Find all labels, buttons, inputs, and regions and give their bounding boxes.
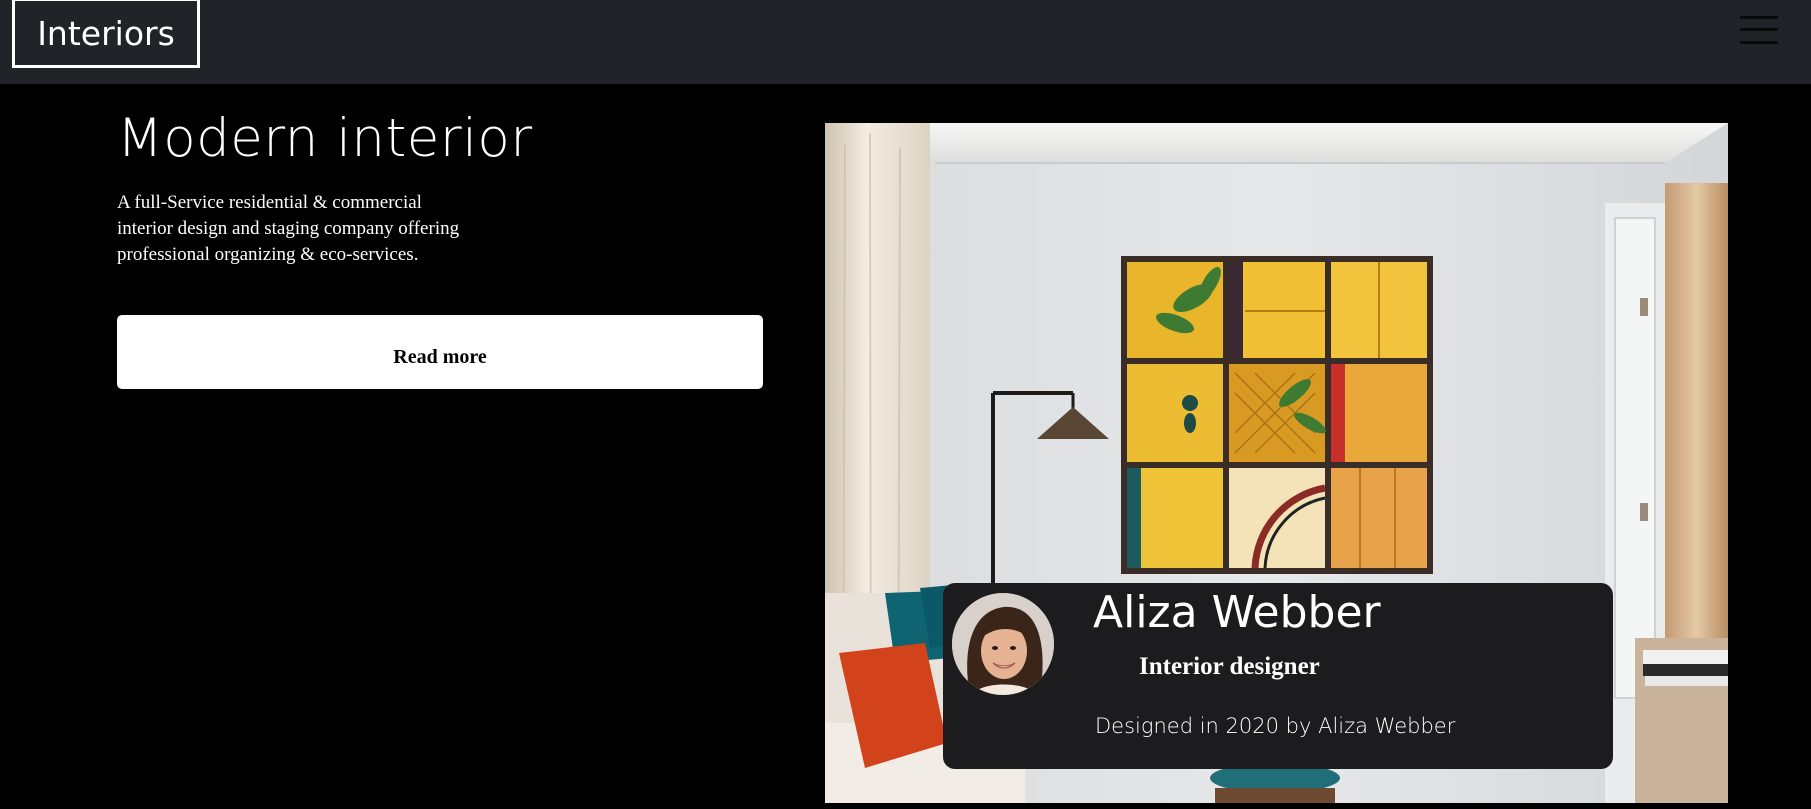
navbar: Interiors bbox=[0, 0, 1811, 84]
hero-description: A full-Service residential & commercial … bbox=[117, 192, 460, 265]
designer-name: Aliza Webber bbox=[1093, 587, 1381, 638]
hero-title: Modern interior bbox=[117, 108, 533, 169]
hamburger-menu-icon[interactable] bbox=[1740, 14, 1780, 46]
designer-role: Interior designer bbox=[1139, 653, 1320, 680]
design-credit: Designed in 2020 by Aliza Webber bbox=[1095, 714, 1456, 738]
brand-logo-link[interactable]: Interiors bbox=[12, 0, 200, 68]
avatar bbox=[952, 593, 1054, 695]
designer-profile-card: Aliza Webber Interior designer Designed … bbox=[943, 583, 1613, 769]
read-more-button[interactable]: Read more bbox=[117, 315, 763, 389]
avatar-photo-icon bbox=[952, 593, 1054, 695]
